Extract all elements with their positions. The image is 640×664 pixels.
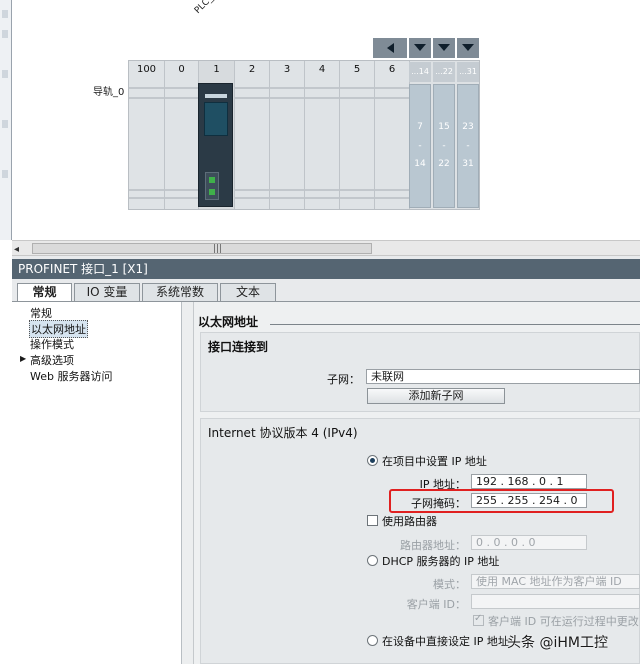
ext-label: - [466,141,470,151]
tab-io-tags[interactable]: IO 变量 [74,283,140,302]
set-ip-on-device-radio[interactable] [367,635,378,646]
expand-group-1-button[interactable] [409,38,431,58]
scroll-thumb[interactable]: ||| [32,243,372,254]
arrow-down-icon [414,44,426,51]
nav-item-general[interactable]: 常规 [30,305,52,321]
panel-title: PROFINET 接口_1 [X1] [12,259,640,279]
slot-number: 6 [388,64,396,75]
scroll-grip: ||| [213,244,223,254]
client-id-changeable-label: 客户端 ID 可在运行过程中更改 [488,615,639,628]
ipv4-title: Internet 协议版本 4 (IPv4) [208,426,358,440]
horizontal-scrollbar[interactable]: ◂ ||| [12,240,640,256]
slot-6[interactable]: 6 [375,61,410,209]
collapse-left-button[interactable] [373,38,407,58]
slot-number: 4 [318,64,326,75]
slot-4[interactable]: 4 [305,61,340,209]
dhcp-radio[interactable] [367,555,378,566]
vertical-scrollbar[interactable] [182,302,194,664]
ext-slots-23-31[interactable]: 23 - 31 [457,84,479,208]
client-id-label: 客户端 ID： [406,598,466,611]
router-address-field[interactable]: 0 . 0 . 0 . 0 [471,535,587,550]
ext-label: 14 [414,159,426,169]
dhcp-label: DHCP 服务器的 IP 地址 [382,555,500,568]
tab-system-constants[interactable]: 系统常数 [142,283,218,302]
ext-label: 7 [417,122,423,132]
ext-label: 31 [462,159,474,169]
scroll-left-icon[interactable]: ◂ [14,244,19,255]
cpu-brand-plate [205,94,227,98]
slot-100[interactable]: 100 [129,61,165,209]
arrow-left-icon [387,43,394,53]
ip-address-field[interactable]: 192 . 168 . 0 . 1 [471,474,587,489]
client-id-changeable-checkbox[interactable] [473,613,484,626]
subnet-select[interactable]: 未联网 [366,369,640,384]
expand-group-3-button[interactable] [457,38,479,58]
ext-label: - [418,141,422,151]
set-ip-in-project-label: 在项目中设置 IP 地址 [382,455,487,468]
set-ip-on-device-label: 在设备中直接设定 IP 地址 [382,635,509,648]
ext-header: ...22 [433,62,455,82]
ext-label: 15 [438,122,450,132]
use-router-checkbox[interactable] [367,515,378,526]
tab-general[interactable]: 常规 [17,283,72,302]
mode-select[interactable]: 使用 MAC 地址作为客户端 ID [471,574,640,589]
slot-3[interactable]: 3 [270,61,305,209]
watermark: 头条 @iHM工控 [507,635,608,651]
ethernet-port-icon[interactable] [205,172,219,200]
mode-label: 模式： [433,578,466,591]
add-new-subnet-button[interactable]: 添加新子网 [367,388,505,404]
ext-header: ...31 [457,62,479,82]
slot-number: 0 [178,64,185,75]
tab-texts[interactable]: 文本 [220,283,276,302]
cpu-display [204,102,228,136]
ext-slots-7-14[interactable]: 7 - 14 [409,84,431,208]
set-ip-in-project-radio[interactable] [367,455,378,466]
nav-item-operating-mode[interactable]: 操作模式 [30,336,74,352]
ext-label: 23 [462,122,474,132]
subnet-label: 子网： [327,373,360,386]
left-toolbar-strip [0,0,12,240]
nav-item-web-server-access[interactable]: Web 服务器访问 [30,368,112,384]
nav-item-advanced-options[interactable]: 高级选项 [30,352,74,368]
slot-number: 5 [353,64,361,75]
client-id-field[interactable] [471,594,640,609]
slot-number: 3 [283,64,291,75]
router-address-label: 路由器地址： [400,539,466,552]
ext-label: 22 [438,159,450,169]
expand-arrow-icon[interactable]: ▶ [20,354,26,363]
slot-number: 2 [248,64,256,75]
use-router-label: 使用路由器 [382,515,437,528]
ext-label: - [442,141,446,151]
section-title: 以太网地址 [198,315,259,329]
ext-slots-15-22[interactable]: 15 - 22 [433,84,455,208]
slot-2[interactable]: 2 [235,61,270,209]
slot-number: 1 [213,64,220,75]
arrow-down-icon [462,44,474,51]
section-divider [270,324,640,325]
ext-header: ...14 [409,62,431,82]
interface-connected-title: 接口连接到 [208,340,269,354]
slot-5[interactable]: 5 [340,61,375,209]
slot-0[interactable]: 0 [165,61,199,209]
cpu-module[interactable] [198,83,233,207]
slot-number: 100 [136,64,157,75]
arrow-down-icon [438,44,450,51]
highlight-box [389,489,614,513]
rail-label: 导轨_0 [93,87,125,98]
expand-group-2-button[interactable] [433,38,455,58]
